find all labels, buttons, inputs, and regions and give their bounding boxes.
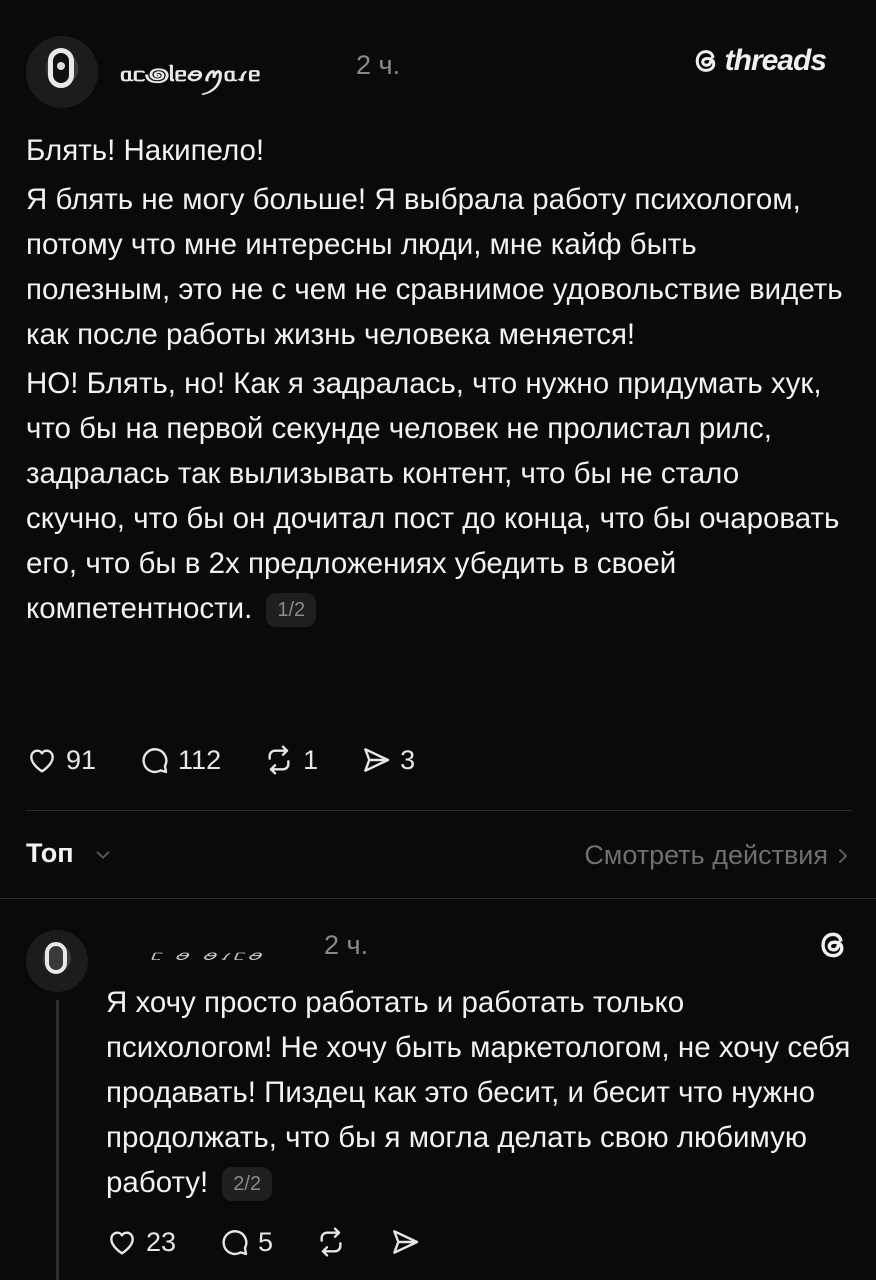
view-activity-link[interactable]: Смотреть действия — [584, 840, 828, 871]
like-button[interactable]: 23 — [106, 1226, 176, 1258]
repost-button[interactable]: 1 — [263, 744, 318, 776]
chevron-right-icon[interactable] — [834, 844, 852, 868]
threads-watermark: threads — [691, 44, 827, 78]
brand-text: threads — [724, 44, 827, 77]
repost-icon — [320, 1227, 342, 1257]
post-paragraph: Блять! Накипело! — [26, 134, 265, 167]
divider — [26, 810, 852, 811]
comment-button[interactable]: 112 — [138, 744, 221, 776]
send-icon — [364, 748, 390, 772]
heart-icon — [110, 1231, 134, 1255]
post-timestamp: 2 ч. — [356, 50, 401, 80]
comment-count: 5 — [258, 1226, 274, 1257]
post-paragraph-text: НО! Блять, но! Как я задралась, что нужн… — [26, 367, 840, 625]
replies-sort-row: Топ Смотреть действия — [26, 836, 852, 876]
reply-avatar[interactable] — [26, 930, 88, 992]
repost-button[interactable] — [315, 1226, 347, 1258]
comment-count: 112 — [178, 744, 222, 775]
page-indicator: 2/2 — [222, 1167, 273, 1202]
reply-actions: 23 5 — [106, 1226, 463, 1258]
like-count: 91 — [66, 744, 97, 775]
share-count: 3 — [400, 744, 416, 775]
reply-text: Я хочу просто работать и работать только… — [106, 986, 851, 1199]
threads-logo-icon — [695, 50, 715, 72]
repost-icon — [268, 745, 290, 775]
repost-count: 1 — [303, 744, 319, 775]
post-header: ᥲᥴ꩜ᥣᥱꪮꪑᥲꪹᥱ 2 ч. threads — [26, 36, 827, 108]
post-actions: 91 112 1 3 — [26, 744, 457, 776]
reply-timestamp: 2 ч. — [324, 930, 369, 960]
page-indicator: 1/2 — [266, 593, 317, 628]
post-paragraph: НО! Блять, но! Как я задралась, что нужн… — [26, 361, 846, 631]
threads-logo-icon — [821, 932, 844, 958]
comment-bubble-icon — [222, 1230, 248, 1256]
sort-dropdown[interactable]: Топ — [26, 838, 74, 869]
like-count: 23 — [146, 1226, 177, 1257]
like-button[interactable]: 91 — [26, 744, 96, 776]
avatar[interactable] — [26, 36, 98, 108]
post-paragraph: Я блять не могу больше! Я выбрала работу… — [26, 183, 843, 351]
post-body: Блять! Накипело! Я блять не могу больше!… — [26, 128, 846, 635]
send-icon — [393, 1230, 419, 1254]
share-button[interactable]: 3 — [360, 744, 415, 776]
chevron-down-icon[interactable] — [92, 844, 114, 866]
reply-username[interactable]: ᥴ ꪮ ꪮꪹᥴꪮ — [150, 943, 264, 971]
heart-icon — [30, 749, 54, 773]
comment-bubble-icon — [142, 748, 168, 774]
username[interactable]: ᥲᥴ꩜ᥣᥱꪮꪑᥲꪹᥱ — [120, 58, 261, 96]
thread-line — [56, 1000, 59, 1280]
reply-paragraph: Я хочу просто работать и работать только… — [106, 980, 856, 1205]
share-button[interactable] — [389, 1226, 421, 1258]
reply-body: Я хочу просто работать и работать только… — [106, 980, 856, 1205]
comment-button[interactable]: 5 — [218, 1226, 273, 1258]
divider — [0, 898, 876, 899]
